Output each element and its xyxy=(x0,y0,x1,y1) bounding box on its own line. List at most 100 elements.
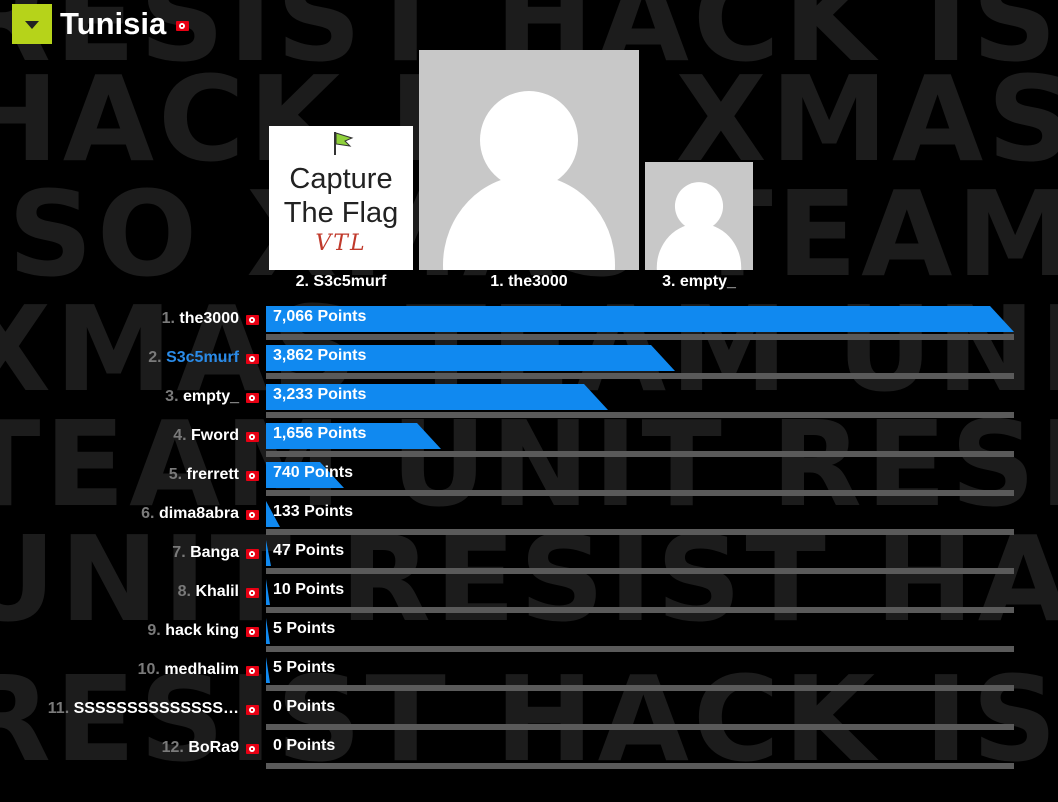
player-label[interactable]: 7. Banga xyxy=(172,544,239,562)
player-label[interactable]: 11. SSSSSSSSSSSSSS… xyxy=(48,700,239,718)
player-name[interactable]: medhalim xyxy=(164,661,239,678)
points-label: 47 Points xyxy=(273,542,345,559)
player-name[interactable]: frerrett xyxy=(187,466,239,483)
points-label: 133 Points xyxy=(273,503,354,520)
score-track xyxy=(266,763,1014,769)
default-avatar xyxy=(419,50,639,270)
player-label[interactable]: 4. Fword xyxy=(173,427,239,445)
points-label: 5 Points xyxy=(273,659,336,676)
player-name[interactable]: dima8abra xyxy=(159,505,239,522)
player-name[interactable]: the3000 xyxy=(179,310,239,327)
leaderboard-row[interactable]: 5. frerrett 740 Points xyxy=(0,456,1058,496)
score-bar-container xyxy=(266,735,1014,761)
leaderboard-row[interactable]: 7. Banga 47 Points xyxy=(0,534,1058,574)
tunisia-flag-icon xyxy=(246,510,259,520)
podium-second[interactable]: Capture The Flag VTL 2. S3c5murf xyxy=(269,126,413,296)
tunisia-flag-icon xyxy=(246,666,259,676)
podium-first-name: 1. the3000 xyxy=(490,273,568,290)
tunisia-flag-icon xyxy=(246,393,259,403)
player-rank: 10. xyxy=(137,661,160,678)
tunisia-flag-icon xyxy=(246,354,259,364)
tunisia-flag-icon xyxy=(246,627,259,637)
player-name[interactable]: S3c5murf xyxy=(166,349,239,366)
tunisia-flag-icon xyxy=(176,21,190,31)
player-label[interactable]: 1. the3000 xyxy=(162,310,239,328)
player-rank: 11. xyxy=(47,700,70,717)
score-bar xyxy=(266,657,270,683)
player-label[interactable]: 10. medhalim xyxy=(138,661,239,679)
user-silhouette-icon xyxy=(419,50,639,270)
player-rank: 3. xyxy=(165,388,179,405)
player-name[interactable]: SSSSSSSSSSSSSS… xyxy=(74,700,239,717)
score-bar-container xyxy=(266,618,1014,644)
points-label: 5 Points xyxy=(273,620,336,637)
player-rank: 4. xyxy=(173,427,187,444)
country-header: Tunisia xyxy=(12,4,190,44)
leaderboard-row[interactable]: 4. Fword 1,656 Points xyxy=(0,417,1058,457)
podium-third-name: 3. empty_ xyxy=(662,273,736,290)
player-rank: 8. xyxy=(177,583,191,600)
user-silhouette-icon xyxy=(645,162,753,270)
score-bar-container xyxy=(266,579,1014,605)
leaderboard-row[interactable]: 12. BoRa9 0 Points xyxy=(0,729,1058,769)
player-name[interactable]: Fword xyxy=(191,427,239,444)
logo-signature: VTL xyxy=(315,231,367,256)
player-label[interactable]: 8. Khalil xyxy=(178,583,239,601)
player-label[interactable]: 9. hack king xyxy=(147,622,239,640)
podium-first[interactable]: 1. the3000 xyxy=(419,50,639,296)
tunisia-flag-icon xyxy=(246,588,259,598)
leaderboard-row[interactable]: 10. medhalim 5 Points xyxy=(0,651,1058,691)
player-name[interactable]: Khalil xyxy=(195,583,239,600)
leaderboard-row[interactable]: 1. the3000 7,066 Points xyxy=(0,300,1058,340)
player-name[interactable]: BoRa9 xyxy=(188,739,239,756)
podium-third[interactable]: 3. empty_ xyxy=(645,162,753,296)
points-label: 0 Points xyxy=(273,737,336,754)
leaderboard-row[interactable]: 3. empty_ 3,233 Points xyxy=(0,378,1058,418)
country-title: Tunisia xyxy=(60,6,167,41)
score-bar-container xyxy=(266,462,1014,488)
tunisia-flag-icon xyxy=(246,744,259,754)
tunisia-flag-icon xyxy=(246,315,259,325)
score-bar-container xyxy=(266,540,1014,566)
player-rank: 6. xyxy=(141,505,155,522)
score-bar xyxy=(266,306,1014,332)
player-rank: 12. xyxy=(161,739,184,756)
leaderboard-row[interactable]: 6. dima8abra 133 Points xyxy=(0,495,1058,535)
player-label[interactable]: 6. dima8abra xyxy=(141,505,239,523)
player-name[interactable]: empty_ xyxy=(183,388,239,405)
logo-text-line: Capture xyxy=(289,163,393,195)
player-name[interactable]: Banga xyxy=(190,544,239,561)
player-label[interactable]: 12. BoRa9 xyxy=(162,739,239,757)
leaderboard-row[interactable]: 2. S3c5murf 3,862 Points xyxy=(0,339,1058,379)
player-rank: 2. xyxy=(148,349,162,366)
tunisia-flag-icon xyxy=(246,549,259,559)
logo-text-line: The Flag xyxy=(283,197,399,229)
player-name[interactable]: hack king xyxy=(165,622,239,639)
chevron-down-icon[interactable] xyxy=(12,4,52,44)
tunisia-flag-icon xyxy=(246,432,259,442)
score-bar-container xyxy=(266,657,1014,683)
points-label: 10 Points xyxy=(273,581,345,598)
score-bar-container xyxy=(266,345,1014,371)
leaderboard-row[interactable]: 11. SSSSSSSSSSSSSS… 0 Points xyxy=(0,690,1058,730)
player-label[interactable]: 5. frerrett xyxy=(169,466,239,484)
leaderboard-row[interactable]: 8. Khalil 10 Points xyxy=(0,573,1058,613)
tunisia-flag-icon xyxy=(246,705,259,715)
player-label[interactable]: 2. S3c5murf xyxy=(148,349,239,367)
default-avatar xyxy=(645,162,753,270)
flag-icon xyxy=(334,132,354,155)
score-bar xyxy=(266,540,271,566)
points-label: 7,066 Points xyxy=(273,308,367,325)
points-label: 3,862 Points xyxy=(273,347,367,364)
player-rank: 9. xyxy=(147,622,161,639)
tunisia-flag-icon xyxy=(246,471,259,481)
player-label[interactable]: 3. empty_ xyxy=(165,388,239,406)
podium-second-name: 2. S3c5murf xyxy=(295,273,387,290)
score-bar-container xyxy=(266,696,1014,722)
score-bar xyxy=(266,579,270,605)
score-bar-container xyxy=(266,384,1014,410)
leaderboard-row[interactable]: 9. hack king 5 Points xyxy=(0,612,1058,652)
points-label: 740 Points xyxy=(273,464,354,481)
player-rank: 7. xyxy=(172,544,186,561)
player-rank: 5. xyxy=(168,466,183,483)
